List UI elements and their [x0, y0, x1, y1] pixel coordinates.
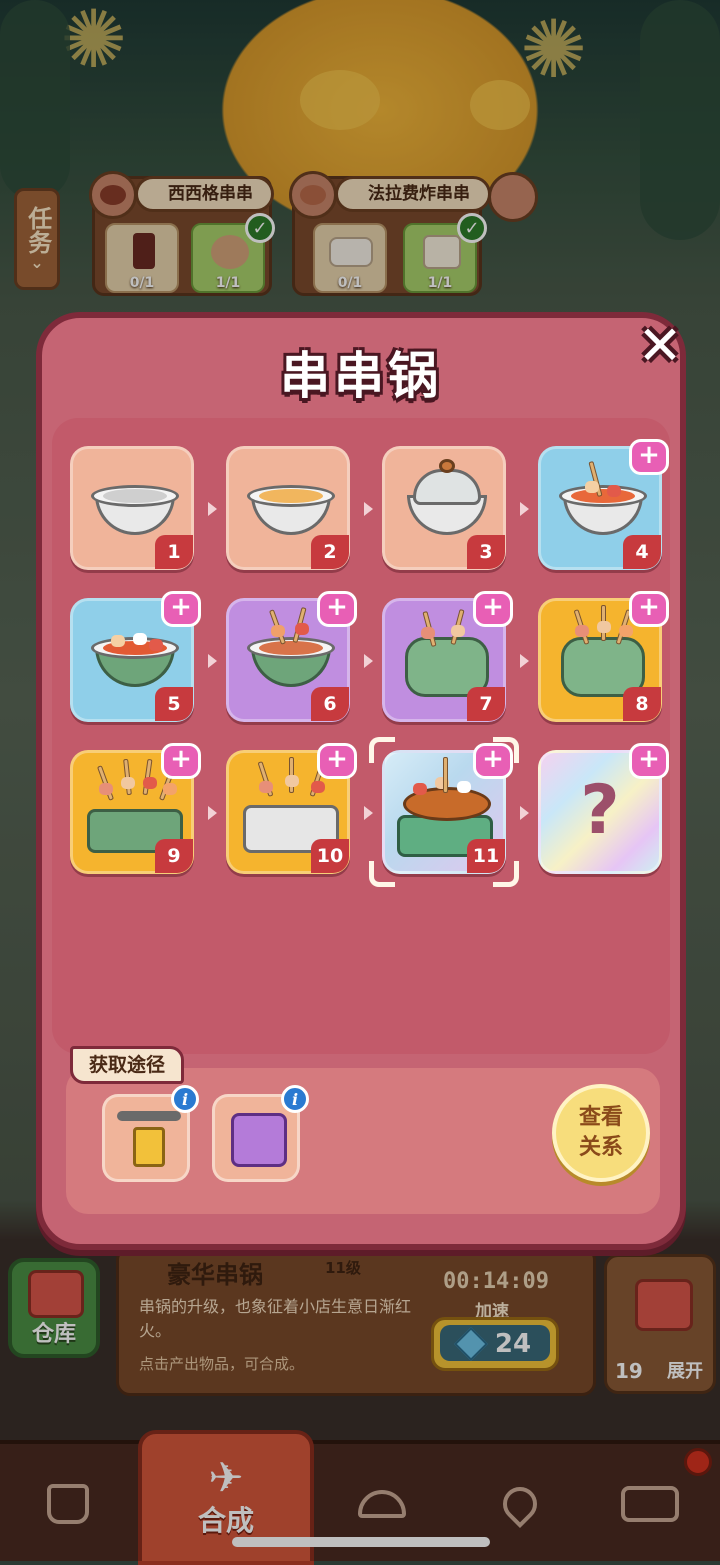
mystery-box-icon: [231, 1113, 287, 1167]
level-badge: 2: [311, 535, 349, 569]
plus-icon: +: [629, 439, 669, 475]
food-icon: [421, 627, 435, 639]
level-badge: 3: [467, 535, 505, 569]
chain-arrow-icon: [208, 654, 217, 668]
plus-icon: +: [629, 743, 669, 779]
food-icon: [311, 781, 325, 793]
level-badge: 9: [155, 839, 193, 873]
chain-arrow-icon: [520, 806, 529, 820]
drone-package: [133, 1127, 165, 1167]
food-icon: [451, 625, 465, 637]
food-icon: [143, 777, 157, 789]
level-badge: 4: [623, 535, 661, 569]
plus-icon: +: [317, 743, 357, 779]
food-icon: [121, 777, 135, 789]
info-icon[interactable]: i: [171, 1085, 199, 1113]
food-icon: [457, 781, 471, 793]
hotpot-icon: [91, 631, 179, 687]
food-icon: [285, 775, 299, 787]
plus-icon: +: [629, 591, 669, 627]
item-chain-modal: 串串锅 ✕ 1 2 3 + 4 + 5 + 6 + 7 + 8 + 9 + 10…: [36, 312, 686, 1250]
level-badge: 10: [311, 839, 349, 873]
level-tile-2[interactable]: 2: [226, 446, 350, 570]
hotpot-icon: [247, 606, 335, 687]
level-tile-6[interactable]: + 6: [226, 591, 357, 722]
question-mark-icon: ?: [580, 771, 620, 850]
selection-corner: [493, 737, 519, 763]
view-relation-button[interactable]: 查看 关系: [552, 1084, 650, 1182]
acquire-source-box[interactable]: i: [212, 1085, 309, 1182]
level-tile-8[interactable]: + 8: [538, 591, 669, 722]
selection-corner: [369, 737, 395, 763]
broth-pot-icon: [247, 479, 335, 535]
food-icon: [575, 625, 589, 637]
level-tile-5[interactable]: + 5: [70, 591, 201, 722]
level-tile-11[interactable]: + 11: [369, 737, 519, 887]
food-icon: [619, 625, 633, 637]
skewer-pot-icon: [559, 460, 647, 535]
level-badge: 5: [155, 687, 193, 721]
skewer-icon: [443, 757, 448, 793]
info-icon[interactable]: i: [281, 1085, 309, 1113]
level-tile-3[interactable]: 3: [382, 446, 506, 570]
chain-arrow-icon: [364, 654, 373, 668]
lidded-pot-icon: [407, 459, 487, 535]
level-badge: 8: [623, 687, 661, 721]
level-grid: 1 2 3 + 4 + 5 + 6 + 7 + 8 + 9 + 10 + 11 …: [52, 418, 670, 1054]
level-tile-4[interactable]: + 4: [538, 439, 669, 570]
level-tile-locked[interactable]: ? +: [538, 743, 669, 874]
view-relation-label-2: 关系: [578, 1135, 623, 1160]
food-icon: [99, 783, 113, 795]
chain-arrow-icon: [364, 502, 373, 516]
plus-icon: +: [161, 591, 201, 627]
chain-arrow-icon: [208, 806, 217, 820]
chain-arrow-icon: [208, 502, 217, 516]
food-icon: [413, 783, 427, 795]
acquire-source-drone[interactable]: i: [102, 1085, 199, 1182]
view-relation-label-1: 查看: [578, 1105, 623, 1130]
level-badge: 1: [155, 535, 193, 569]
plus-icon: +: [473, 591, 513, 627]
level-tile-9[interactable]: + 9: [70, 743, 201, 874]
selection-corner: [493, 861, 519, 887]
level-tile-7[interactable]: + 7: [382, 591, 513, 722]
food-icon: [597, 621, 611, 633]
plus-icon: +: [161, 743, 201, 779]
chain-arrow-icon: [520, 502, 529, 516]
food-icon: [163, 783, 177, 795]
level-badge: 6: [311, 687, 349, 721]
acquire-label: 获取途径: [70, 1046, 185, 1084]
plus-icon: +: [317, 591, 357, 627]
modal-title: 串串锅: [280, 347, 442, 405]
level-tile-10[interactable]: + 10: [226, 743, 357, 874]
level-badge: 7: [467, 687, 505, 721]
chain-arrow-icon: [364, 806, 373, 820]
drone-delivery-icon: [117, 1111, 181, 1121]
close-icon[interactable]: ✕: [628, 314, 692, 378]
level-tile-1[interactable]: 1: [70, 446, 194, 570]
empty-pot-icon: [91, 479, 179, 535]
food-icon: [259, 781, 273, 793]
selection-corner: [369, 861, 395, 887]
chain-arrow-icon: [520, 654, 529, 668]
